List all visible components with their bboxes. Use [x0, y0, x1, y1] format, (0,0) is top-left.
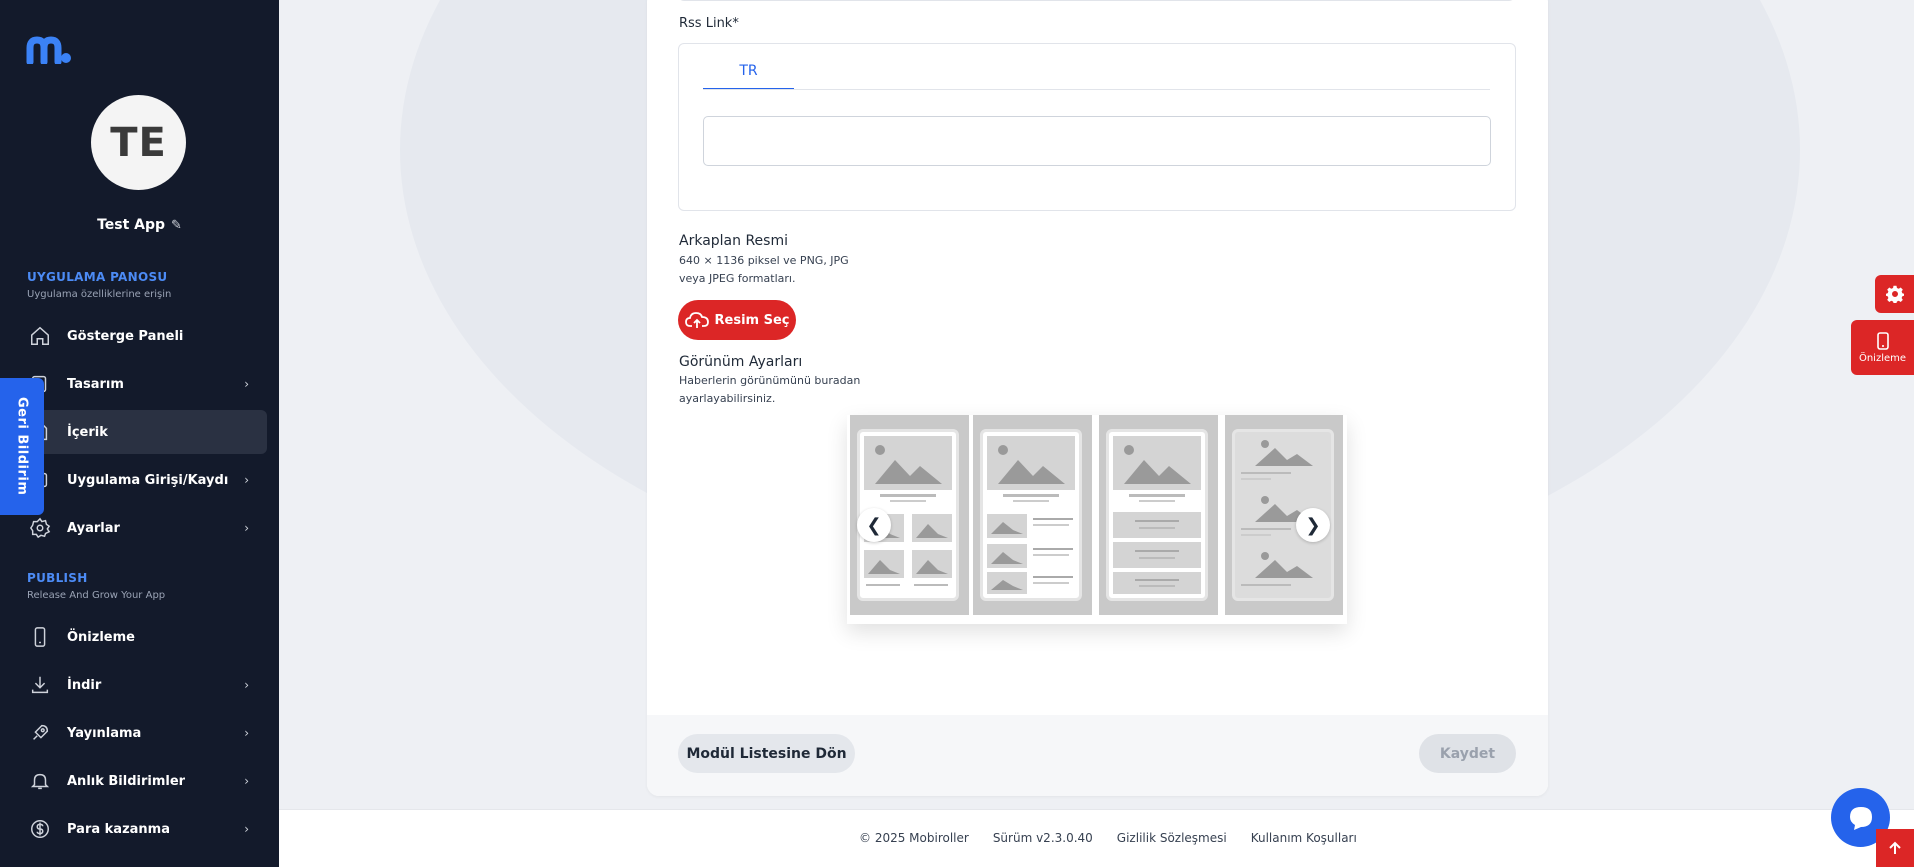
sidebar-item-label: Önizleme	[67, 629, 135, 645]
preview-float-label: Önizleme	[1858, 352, 1907, 364]
terms-link[interactable]: Kullanım Koşulları	[1251, 831, 1357, 845]
privacy-link[interactable]: Gizlilik Sözleşmesi	[1117, 831, 1227, 845]
rocket-icon	[28, 721, 52, 745]
sidebar-item-publishing[interactable]: Yayınlama ›	[14, 711, 267, 755]
card-footer: Modül Listesine Dön Kaydet	[647, 715, 1548, 796]
rss-link-label: Rss Link*	[679, 16, 739, 31]
download-icon	[28, 673, 52, 697]
copyright-text: © 2025 Mobiroller	[859, 831, 969, 845]
app-name[interactable]: Test App ✎	[0, 217, 279, 233]
background-image-label: Arkaplan Resmi	[679, 233, 788, 249]
view-settings-description: Haberlerin görünümünü buradan ayarlayabi…	[679, 374, 861, 405]
feedback-tab[interactable]: Geri Bildirim	[0, 378, 44, 515]
section-title-dashboard: UYGULAMA PANOSU	[27, 270, 168, 284]
select-image-label: Resim Seç	[714, 312, 790, 328]
sidebar-item-label: Gösterge Paneli	[67, 328, 184, 344]
layout-list-preview	[980, 429, 1082, 601]
sidebar-item-label: Yayınlama	[67, 725, 142, 741]
sidebar-item-label: Uygulama Girişi/Kaydı	[67, 472, 229, 488]
sidebar-item-design[interactable]: Tasarım ›	[14, 362, 267, 406]
phone-icon	[28, 625, 52, 649]
tab-divider	[703, 89, 1490, 90]
sidebar-item-label: Anlık Bildirimler	[67, 773, 186, 789]
layout-carousel: ❮ ❯	[847, 415, 1347, 624]
preview-float-button[interactable]: Önizleme	[1851, 320, 1914, 375]
scroll-top-button[interactable]	[1876, 829, 1914, 867]
layout-option[interactable]	[973, 415, 1092, 615]
mobiroller-logo[interactable]	[26, 36, 72, 64]
arrow-up-icon	[1889, 841, 1901, 854]
sidebar-item-notifications[interactable]: Anlık Bildirimler ›	[14, 759, 267, 803]
sidebar-item-label: Tasarım	[67, 376, 124, 392]
sidebar-item-preview[interactable]: Önizleme	[14, 615, 267, 659]
app-name-label: Test App	[97, 217, 166, 233]
sidebar-item-label: İçerik	[67, 424, 108, 440]
feedback-label: Geri Bildirim	[14, 397, 30, 496]
section-subtitle-dashboard: Uygulama özelliklerine erişin	[27, 289, 172, 300]
back-to-modules-button[interactable]: Modül Listesine Dön	[678, 734, 855, 773]
gear-icon	[28, 516, 52, 540]
phone-icon	[1876, 331, 1889, 350]
home-icon	[28, 324, 52, 348]
sidebar-item-content[interactable]: İçerik	[14, 410, 267, 454]
dollar-icon	[28, 817, 52, 841]
background-image-description: 640 × 1136 piksel ve PNG, JPG veya JPEG …	[679, 254, 849, 285]
avatar: TE	[91, 95, 186, 190]
page-footer: © 2025 Mobiroller Sürüm v2.3.0.40 Gizlil…	[279, 809, 1914, 867]
chevron-right-icon: ›	[244, 473, 249, 487]
save-button[interactable]: Kaydet	[1419, 734, 1516, 773]
cloud-upload-icon	[684, 312, 709, 328]
select-image-button[interactable]: Resim Seç	[678, 300, 796, 340]
layout-option[interactable]	[1099, 415, 1218, 615]
previous-field-edge	[678, 0, 1515, 1]
section-title-publish: PUBLISH	[27, 571, 88, 585]
version-text: Sürüm v2.3.0.40	[992, 831, 1093, 845]
sidebar-item-settings[interactable]: Ayarlar ›	[14, 506, 267, 550]
chevron-right-icon: ›	[244, 521, 249, 535]
sidebar-item-label: Ayarlar	[67, 520, 120, 536]
tab-tr[interactable]: TR	[703, 52, 794, 90]
chevron-right-icon: ›	[244, 774, 249, 788]
sidebar-item-dashboard[interactable]: Gösterge Paneli	[14, 314, 267, 358]
rss-link-box: TR	[678, 43, 1516, 211]
carousel-next-button[interactable]: ❯	[1296, 508, 1330, 542]
chevron-right-icon: ›	[244, 377, 249, 391]
gear-icon	[1885, 285, 1904, 303]
sidebar-item-download[interactable]: İndir ›	[14, 663, 267, 707]
form-card: Rss Link* TR Arkaplan Resmi 640 × 1136 p…	[647, 0, 1548, 796]
settings-float-button[interactable]	[1875, 275, 1914, 313]
chat-icon	[1849, 806, 1872, 830]
carousel-prev-button[interactable]: ❮	[857, 508, 891, 542]
rss-link-input[interactable]	[703, 116, 1491, 166]
footer-links: © 2025 Mobiroller Sürüm v2.3.0.40 Gizlil…	[859, 831, 1357, 845]
section-subtitle-publish: Release And Grow Your App	[27, 590, 166, 601]
view-settings-label: Görünüm Ayarları	[679, 354, 803, 370]
sidebar-item-monetization[interactable]: Para kazanma ›	[14, 807, 267, 851]
chevron-right-icon: ›	[244, 678, 249, 692]
chevron-right-icon: ›	[244, 726, 249, 740]
pencil-icon[interactable]: ✎	[171, 218, 182, 233]
sidebar-item-label: Para kazanma	[67, 821, 170, 837]
sidebar-item-label: İndir	[67, 677, 102, 693]
sidebar-item-login[interactable]: Uygulama Girişi/Kaydı ›	[14, 458, 267, 502]
bell-icon	[28, 769, 52, 793]
chevron-right-icon: ›	[244, 822, 249, 836]
layout-text-preview	[1106, 429, 1208, 601]
